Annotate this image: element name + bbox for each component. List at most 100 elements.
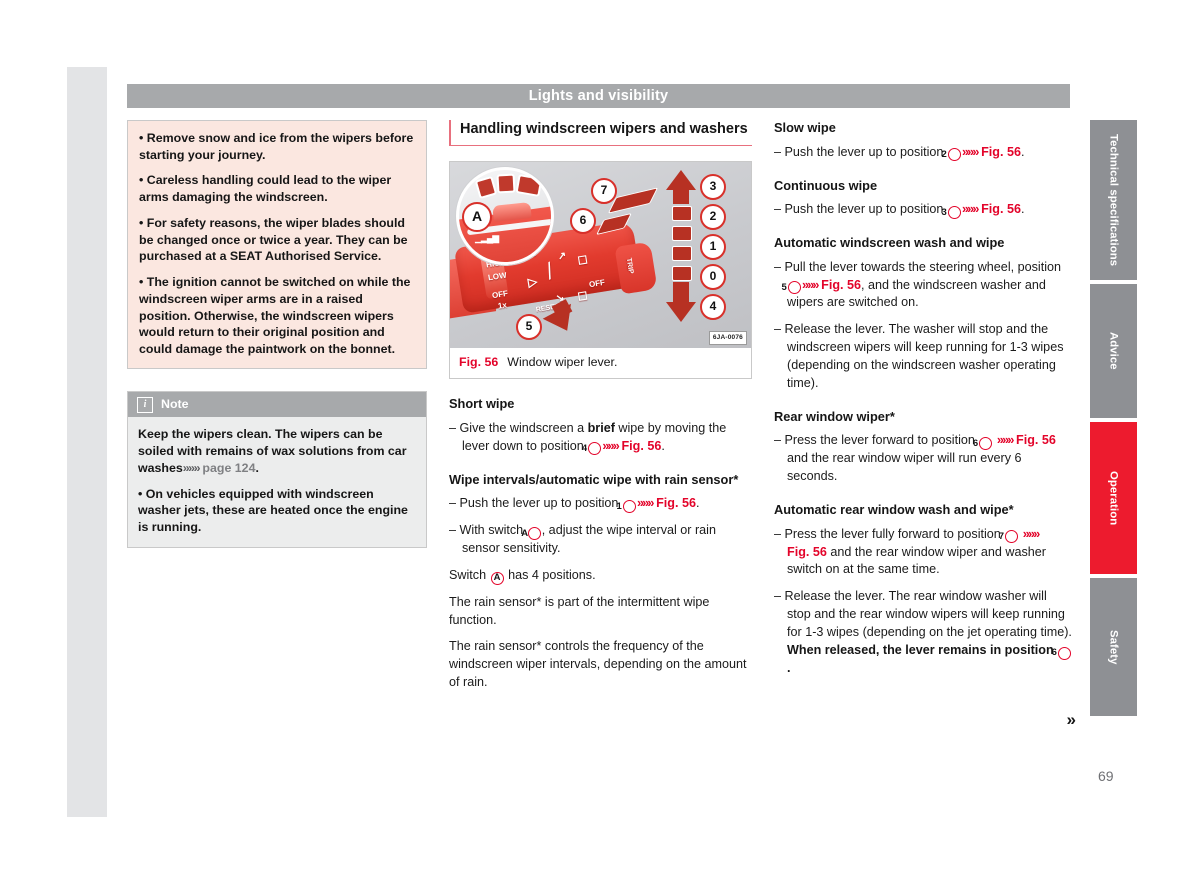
callout-ref-6: 6 xyxy=(973,437,993,451)
callout-2: 2 xyxy=(700,203,726,230)
right-column: Slow wipe – Push the lever up to positio… xyxy=(774,120,1076,729)
figure-reference-link[interactable]: Fig. 56 xyxy=(821,278,861,292)
lever-label-off: OFF xyxy=(491,288,509,300)
lever-tip-shape xyxy=(614,241,658,295)
continuation-arrow-icon: » xyxy=(1066,710,1077,729)
sidebar-tab-advice[interactable]: Advice xyxy=(1090,284,1137,418)
figure-reference-link[interactable]: Fig. 56 xyxy=(656,496,696,510)
figure-number: Fig. 56 xyxy=(459,354,499,369)
note-body: Keep the wipers clean. The wipers can be… xyxy=(128,417,426,546)
notch-position-4 xyxy=(672,265,692,281)
lever-label-low: LOW xyxy=(487,270,508,282)
sidebar-tab-operation[interactable]: Operation xyxy=(1090,422,1137,574)
arrow-down-head xyxy=(666,301,696,322)
callout-1: 1 xyxy=(700,233,726,260)
chevron-ref-icon: »»» xyxy=(1022,526,1040,541)
text-part: . xyxy=(1020,202,1025,217)
callout-ref-6: 6 xyxy=(1052,646,1072,660)
text-part: – Press the lever fully forward to posit… xyxy=(774,526,1005,541)
text-part: – Push the lever up to position xyxy=(774,202,947,217)
warning-item: • Remove snow and ice from the wipers be… xyxy=(139,131,414,162)
text-part: – Push the lever up to position xyxy=(774,144,947,159)
emphasis-lever-remains: When released, the lever remains in posi… xyxy=(787,642,1058,657)
page-title: Lights and visibility xyxy=(528,88,669,104)
chevron-ref-icon: »»» xyxy=(802,277,819,292)
text-rain-sensor-frequency: The rain sensor* controls the frequency … xyxy=(449,639,747,690)
chevron-ref-icon: »»» xyxy=(961,202,979,217)
heading-continuous-wipe: Continuous wipe xyxy=(774,177,878,193)
callout-5: 5 xyxy=(516,313,542,340)
warning-item: • Careless handling could lead to the wi… xyxy=(139,173,392,205)
instruction-slow-wipe: – Push the lever up to position 2»»» Fig… xyxy=(774,144,1074,162)
note-title: Note xyxy=(161,396,189,411)
instruction-rear-wiper: – Press the lever forward to position 6 … xyxy=(774,432,1074,486)
arrow-up-shaft xyxy=(673,187,689,204)
text-part: . xyxy=(787,660,791,675)
callout-6: 6 xyxy=(570,207,596,234)
sidebar-section-tabs: Technical specifications Advice Operatio… xyxy=(1090,120,1137,720)
info-icon: i xyxy=(137,396,153,413)
text-part: Switch xyxy=(449,567,490,582)
heading-slow-wipe: Slow wipe xyxy=(774,120,836,135)
heading-rear-window-wiper: Rear window wiper* xyxy=(774,408,895,424)
arrow-up-head xyxy=(666,169,696,190)
chevron-ref-icon: »»» xyxy=(182,460,201,475)
instruction-press-lever-forward: – Press the lever fully forward to posit… xyxy=(774,526,1074,580)
figure-reference-link[interactable]: Fig. 56 xyxy=(621,439,661,453)
note-text: Keep the wipers clean. The wipers can be… xyxy=(138,427,407,475)
sidebar-tab-technical-specifications[interactable]: Technical specifications xyxy=(1090,120,1137,280)
figure-reference-link[interactable]: Fig. 56 xyxy=(981,202,1021,216)
section-heading: Handling windscreen wipers and washers xyxy=(449,120,752,146)
callout-ref-a: A xyxy=(521,526,541,540)
callout-ref-a: A xyxy=(490,571,504,585)
figure-caption-text: Window wiper lever. xyxy=(507,354,618,369)
heading-auto-rear-wash-wipe: Automatic rear window wash and wipe* xyxy=(774,502,1014,517)
text-part: has 4 positions. xyxy=(504,567,596,582)
figure-56: HIGH LOW OFF 1x RESET OFF TRIP ▷ ☐ ☐ ↗ ↘… xyxy=(449,160,752,380)
text-part: – With switch xyxy=(449,523,527,538)
chevron-ref-icon: »»» xyxy=(636,496,654,511)
lever-label-off-2: OFF xyxy=(588,277,606,289)
warning-item: • For safety reasons, the wiper blades s… xyxy=(139,215,408,264)
figure-reference-link[interactable]: Fig. 56 xyxy=(787,545,827,559)
instruction-switch-a: – With switch A, adjust the wipe interva… xyxy=(449,522,752,558)
detent-position-1 xyxy=(474,175,498,199)
text-part: and the rear window wiper will run every… xyxy=(787,451,1022,484)
heading-auto-wash-wipe: Automatic windscreen wash and wipe xyxy=(774,235,1005,250)
figure-reference-link[interactable]: Fig. 56 xyxy=(981,145,1021,159)
callout-ref-4: 4 xyxy=(582,442,602,456)
note-paragraph: • On vehicles equipped with windscreen w… xyxy=(138,486,408,535)
callout-ref-3: 3 xyxy=(941,205,961,219)
sidebar-tab-label: Advice xyxy=(1107,332,1120,370)
magnified-knob-shape xyxy=(492,201,532,222)
text-part: – Push the lever up to position xyxy=(449,496,622,511)
instruction-release-lever-rear: – Release the lever. The rear window was… xyxy=(774,588,1074,677)
magnified-interval-bars-icon: ▁▂▄▆ xyxy=(475,232,499,243)
warning-item: • The ignition cannot be switched on whi… xyxy=(139,275,411,357)
instruction-release-lever-front: – Release the lever. The washer will sto… xyxy=(774,322,1064,390)
callout-ref-1: 1 xyxy=(616,499,636,513)
instruction-continuous-wipe: – Push the lever up to position 3»»» Fig… xyxy=(774,201,1074,219)
text-part: . xyxy=(661,438,665,453)
figure-image: HIGH LOW OFF 1x RESET OFF TRIP ▷ ☐ ☐ ↗ ↘… xyxy=(450,161,751,348)
page-header-band: Lights and visibility xyxy=(127,84,1070,108)
note-text-end: . xyxy=(255,460,259,475)
figure-image-code: 6JA-0076 xyxy=(708,331,747,345)
instruction-short-wipe: – Give the windscreen a brief wipe by mo… xyxy=(449,420,752,456)
callout-4: 4 xyxy=(700,293,726,320)
sidebar-tab-label: Safety xyxy=(1107,629,1120,665)
callout-a: A xyxy=(462,201,492,232)
sidebar-tab-label: Technical specifications xyxy=(1107,133,1120,267)
instruction-pull-lever: – Pull the lever towards the steering wh… xyxy=(774,259,1074,313)
page-number: 69 xyxy=(1098,768,1114,784)
lever-label-1x: 1x xyxy=(497,299,508,311)
callout-ref-2: 2 xyxy=(941,148,961,162)
figure-reference-link[interactable]: Fig. 56 xyxy=(1016,433,1056,447)
note-box: i Note Keep the wipers clean. The wipers… xyxy=(127,390,427,548)
notch-position-2 xyxy=(672,205,692,221)
sidebar-tab-safety[interactable]: Safety xyxy=(1090,578,1137,716)
page-reference-link[interactable]: page 124 xyxy=(202,461,255,475)
text-rain-sensor-part: The rain sensor* is part of the intermit… xyxy=(449,594,710,627)
text-part: – Give the windscreen a xyxy=(449,420,588,435)
warning-box: • Remove snow and ice from the wipers be… xyxy=(127,120,427,369)
